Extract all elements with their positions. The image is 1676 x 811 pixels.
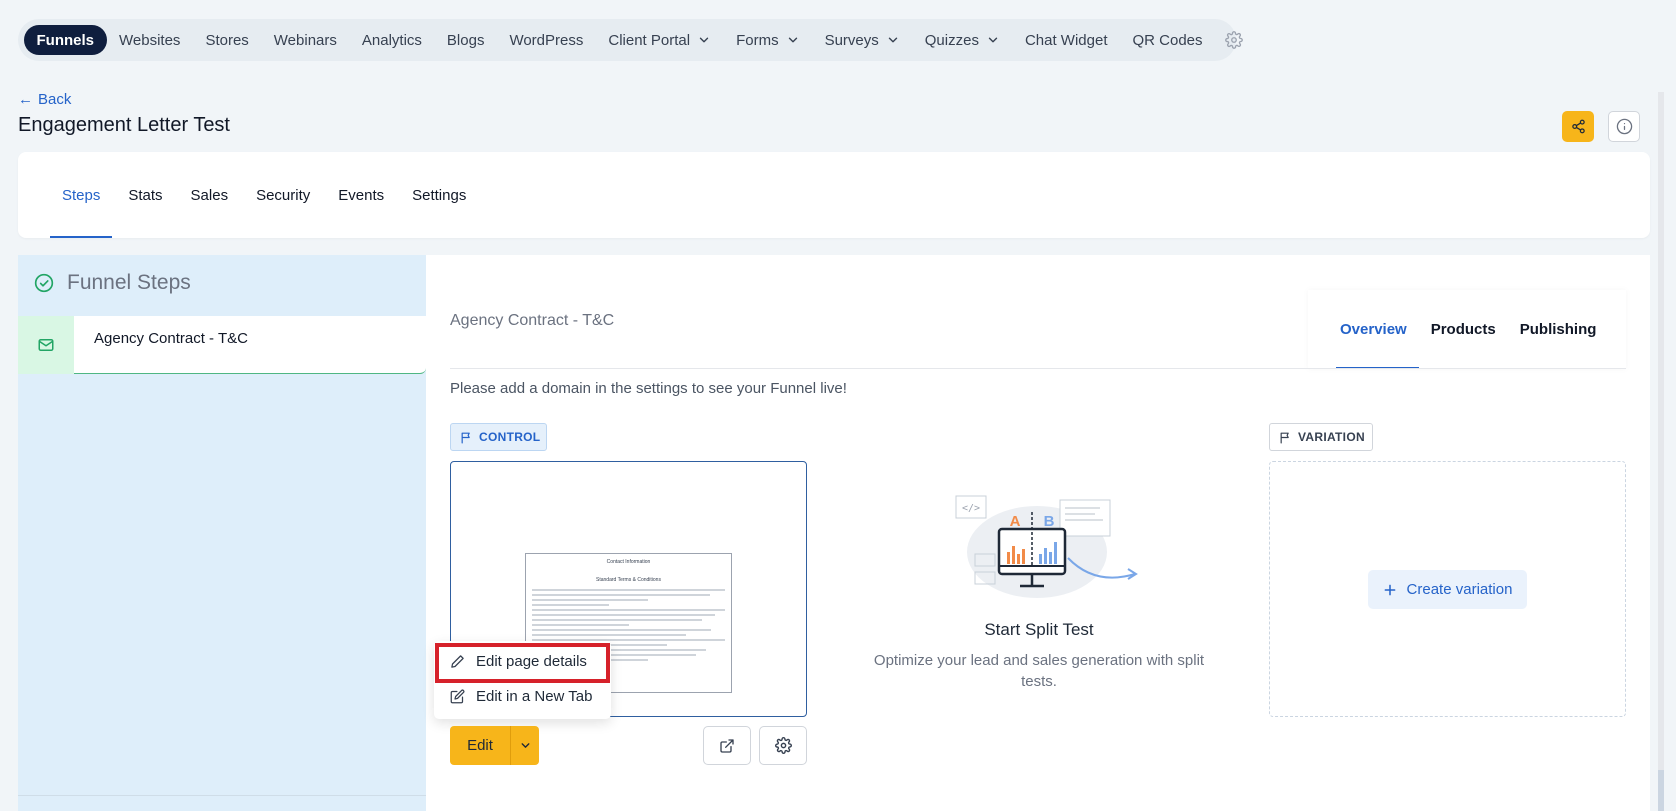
split-test-description: Optimize your lead and sales generation … <box>873 652 1205 690</box>
highlight-box <box>435 643 610 683</box>
tab-security[interactable]: Security <box>242 152 324 238</box>
back-link[interactable]: ← Back <box>18 91 71 108</box>
step-item[interactable]: Agency Contract - T&C <box>18 316 426 374</box>
thumbnail-line <box>532 604 610 606</box>
divider <box>18 795 426 796</box>
thumbnail-line <box>532 589 725 591</box>
scrollbar-track[interactable] <box>1658 92 1664 811</box>
nav-item-stores[interactable]: Stores <box>193 25 261 55</box>
thumbnail-line <box>532 594 710 596</box>
chevron-down-icon <box>699 37 709 43</box>
nav-item-webinars[interactable]: Webinars <box>261 25 349 55</box>
share-button[interactable] <box>1562 111 1594 142</box>
tab-sales[interactable]: Sales <box>177 152 243 238</box>
funnel-steps-header: Funnel Steps <box>34 271 191 295</box>
flag-icon <box>461 432 470 444</box>
svg-text:</>: </> <box>962 503 980 514</box>
nav-item-client-portal[interactable]: Client Portal <box>596 25 724 55</box>
step-name: Agency Contract - T&C <box>450 312 615 329</box>
funnel-steps-title: Funnel Steps <box>67 271 191 294</box>
plus-icon <box>1384 584 1395 595</box>
step-label: Agency Contract - T&C <box>94 330 248 347</box>
tab-settings[interactable]: Settings <box>398 152 480 238</box>
edit-button-label[interactable]: Edit <box>450 737 510 754</box>
tab-events[interactable]: Events <box>324 152 398 238</box>
split-test-illustration: </> A B <box>955 495 1138 598</box>
thumbnail-line <box>532 599 648 601</box>
chevron-down-icon <box>988 37 998 43</box>
edit-dropdown-toggle[interactable] <box>511 739 539 752</box>
nav-item-qr-codes[interactable]: QR Codes <box>1120 25 1215 55</box>
thumbnail-title: Contact Information <box>606 559 651 565</box>
variation-badge: VARIATION <box>1269 423 1373 451</box>
tab-products[interactable]: Products <box>1419 290 1508 369</box>
svg-text:A: A <box>1010 513 1021 530</box>
divider <box>450 368 1626 369</box>
nav-item-chat-widget[interactable]: Chat Widget <box>1012 25 1120 55</box>
nav-item-blogs[interactable]: Blogs <box>434 25 497 55</box>
funnel-tabs-card: Steps Stats Sales Security Events Settin… <box>18 152 1650 238</box>
chevron-down-icon <box>521 743 529 748</box>
thumbnail-line <box>532 629 712 631</box>
create-variation-button[interactable]: Create variation <box>1368 570 1527 609</box>
step-icon-box <box>18 316 74 374</box>
external-link-icon <box>720 738 734 753</box>
edit-square-icon <box>450 689 465 703</box>
arrow-left-icon: ← <box>18 91 33 108</box>
check-circle-icon <box>34 273 54 293</box>
open-external-button[interactable] <box>703 726 751 765</box>
share-icon <box>1571 119 1585 134</box>
domain-notice: Please add a domain in the settings to s… <box>450 380 847 397</box>
funnel-steps-panel: Funnel Steps Agency Contract - T&C <box>18 255 426 811</box>
nav-item-websites[interactable]: Websites <box>107 25 193 55</box>
scrollbar-thumb[interactable] <box>1658 770 1664 811</box>
chevron-down-icon <box>788 37 797 43</box>
thumbnail-line <box>532 624 629 626</box>
thumbnail-subtitle: Standard Terms & Conditions <box>596 577 661 583</box>
info-icon <box>1616 118 1632 135</box>
gear-icon <box>1225 31 1243 49</box>
split-test-title: Start Split Test <box>984 620 1094 639</box>
nav-item-quizzes[interactable]: Quizzes <box>912 25 1012 55</box>
svg-text:B: B <box>1044 513 1055 530</box>
nav-item-analytics[interactable]: Analytics <box>349 25 434 55</box>
thumbnail-line <box>532 634 687 636</box>
step-sub-tabs: Overview Products Publishing <box>1308 290 1626 369</box>
page-title: Engagement Letter Test <box>18 114 230 136</box>
nav-settings-button[interactable] <box>1215 25 1253 55</box>
thumbnail-line <box>532 614 716 616</box>
info-button[interactable] <box>1608 111 1640 142</box>
tab-stats[interactable]: Stats <box>114 152 176 238</box>
edit-in-new-tab-item[interactable]: Edit in a New Tab <box>434 679 611 713</box>
mail-icon <box>38 339 54 351</box>
nav-item-funnels[interactable]: Funnels <box>24 25 107 55</box>
nav-item-forms[interactable]: Forms <box>724 25 813 55</box>
thumbnail-line <box>532 609 725 611</box>
nav-item-wordpress[interactable]: WordPress <box>497 25 596 55</box>
nav-item-surveys[interactable]: Surveys <box>812 25 912 55</box>
edit-split-button[interactable]: Edit <box>450 726 539 765</box>
control-badge: CONTROL <box>450 423 547 451</box>
top-nav: Funnels Websites Stores Webinars Analyti… <box>18 19 1243 61</box>
page-settings-button[interactable] <box>759 726 807 765</box>
tab-overview[interactable]: Overview <box>1308 290 1419 369</box>
chevron-down-icon <box>888 37 897 43</box>
thumbnail-line <box>532 619 702 621</box>
gear-icon <box>774 737 792 754</box>
tab-publishing[interactable]: Publishing <box>1508 290 1609 369</box>
tab-steps[interactable]: Steps <box>48 152 114 238</box>
funnel-tabs: Steps Stats Sales Security Events Settin… <box>48 152 480 238</box>
flag-icon <box>1280 432 1289 444</box>
